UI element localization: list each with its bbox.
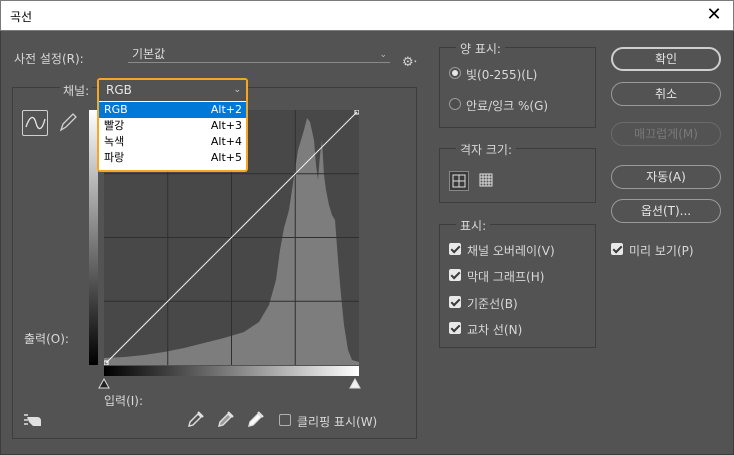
preset-label: 사전 설정(R):	[14, 52, 84, 66]
channel-option-green[interactable]: 녹색 Alt+4	[99, 134, 246, 150]
histogram-label: 막대 그래프(H)	[467, 270, 545, 284]
grid-simple-button[interactable]	[449, 171, 469, 191]
title-bar: 곡선 ✕	[0, 0, 734, 31]
close-icon[interactable]: ✕	[703, 3, 725, 27]
preset-dropdown[interactable]: 기본값 ⌄	[128, 47, 390, 63]
option-shortcut: Alt+3	[210, 119, 242, 132]
input-gradient	[104, 366, 359, 376]
clipping-checkbox[interactable]	[279, 414, 291, 426]
amount-group	[439, 47, 596, 128]
amount-title: 양 표시:	[456, 40, 505, 57]
option-shortcut: Alt+5	[210, 151, 242, 164]
black-eyedropper-icon[interactable]	[186, 409, 206, 429]
option-name: 녹색	[104, 135, 125, 148]
white-eyedropper-icon[interactable]	[246, 409, 266, 429]
gear-icon[interactable]: ⚙⸱	[402, 52, 417, 70]
option-name: 파랑	[104, 151, 125, 164]
channel-option-blue[interactable]: 파랑 Alt+5	[99, 150, 246, 166]
preset-value: 기본값	[132, 47, 166, 61]
curve-icon	[25, 116, 46, 130]
grid-4-icon	[452, 174, 466, 188]
options-button[interactable]: 옵션(T)...	[611, 199, 721, 223]
chevron-down-icon: ⌄	[233, 85, 241, 95]
histogram-checkbox[interactable]	[449, 269, 461, 281]
preview-checkbox[interactable]	[611, 243, 623, 255]
chevron-down-icon: ⌄	[379, 50, 387, 60]
input-label: 입력(I):	[104, 394, 144, 408]
radio-light[interactable]	[449, 67, 461, 79]
option-shortcut: Alt+4	[210, 135, 242, 148]
cancel-button[interactable]: 취소	[611, 82, 721, 106]
channel-overlay-label: 채널 오버레이(V)	[467, 244, 555, 258]
channel-option-rgb[interactable]: RGB Alt+2	[99, 102, 246, 118]
radio-light-label: 빛(0-255)(L)	[466, 68, 538, 82]
option-shortcut: Alt+2	[210, 103, 242, 116]
white-point-slider[interactable]	[349, 378, 361, 390]
preview-label: 미리 보기(P)	[629, 244, 694, 258]
baseline-label: 기준선(B)	[467, 297, 518, 311]
grid-detailed-button[interactable]	[477, 171, 497, 191]
target-adjust-icon[interactable]	[23, 412, 47, 430]
ok-button[interactable]: 확인	[611, 47, 721, 71]
smooth-button[interactable]: 매끄럽게(M)	[611, 122, 721, 146]
channel-option-red[interactable]: 빨강 Alt+3	[99, 118, 246, 134]
output-label: 출력(O):	[24, 332, 69, 346]
auto-button[interactable]: 자동(A)	[611, 165, 721, 189]
intersection-checkbox[interactable]	[449, 322, 461, 334]
radio-pigment-label: 안료/잉크 %(G)	[466, 99, 549, 113]
gray-eyedropper-icon[interactable]	[216, 409, 236, 429]
option-name: 빨강	[104, 119, 125, 132]
pencil-tool[interactable]	[56, 110, 82, 136]
curve-point-tool[interactable]	[22, 110, 48, 136]
pencil-icon	[59, 113, 77, 132]
option-name: RGB	[104, 103, 128, 116]
window-title: 곡선	[10, 10, 33, 24]
black-point-slider[interactable]	[98, 378, 110, 390]
baseline-checkbox[interactable]	[449, 296, 461, 308]
grid-size-title: 격자 크기:	[456, 141, 517, 158]
radio-pigment[interactable]	[449, 98, 461, 110]
grid-10-icon	[479, 173, 493, 187]
channel-selected[interactable]: RGB ⌄	[99, 80, 246, 101]
clipping-label: 클리핑 표시(W)	[297, 415, 378, 429]
display-title: 표시:	[456, 217, 491, 234]
channel-label: 채널:	[60, 82, 93, 99]
channel-dropdown[interactable]: RGB ⌄ RGB Alt+2 빨강 Alt+3 녹색 Alt+4 파랑 Alt…	[97, 78, 248, 172]
channel-selected-value: RGB	[106, 83, 132, 97]
channel-overlay-checkbox[interactable]	[449, 243, 461, 255]
intersection-label: 교차 선(N)	[467, 323, 523, 337]
